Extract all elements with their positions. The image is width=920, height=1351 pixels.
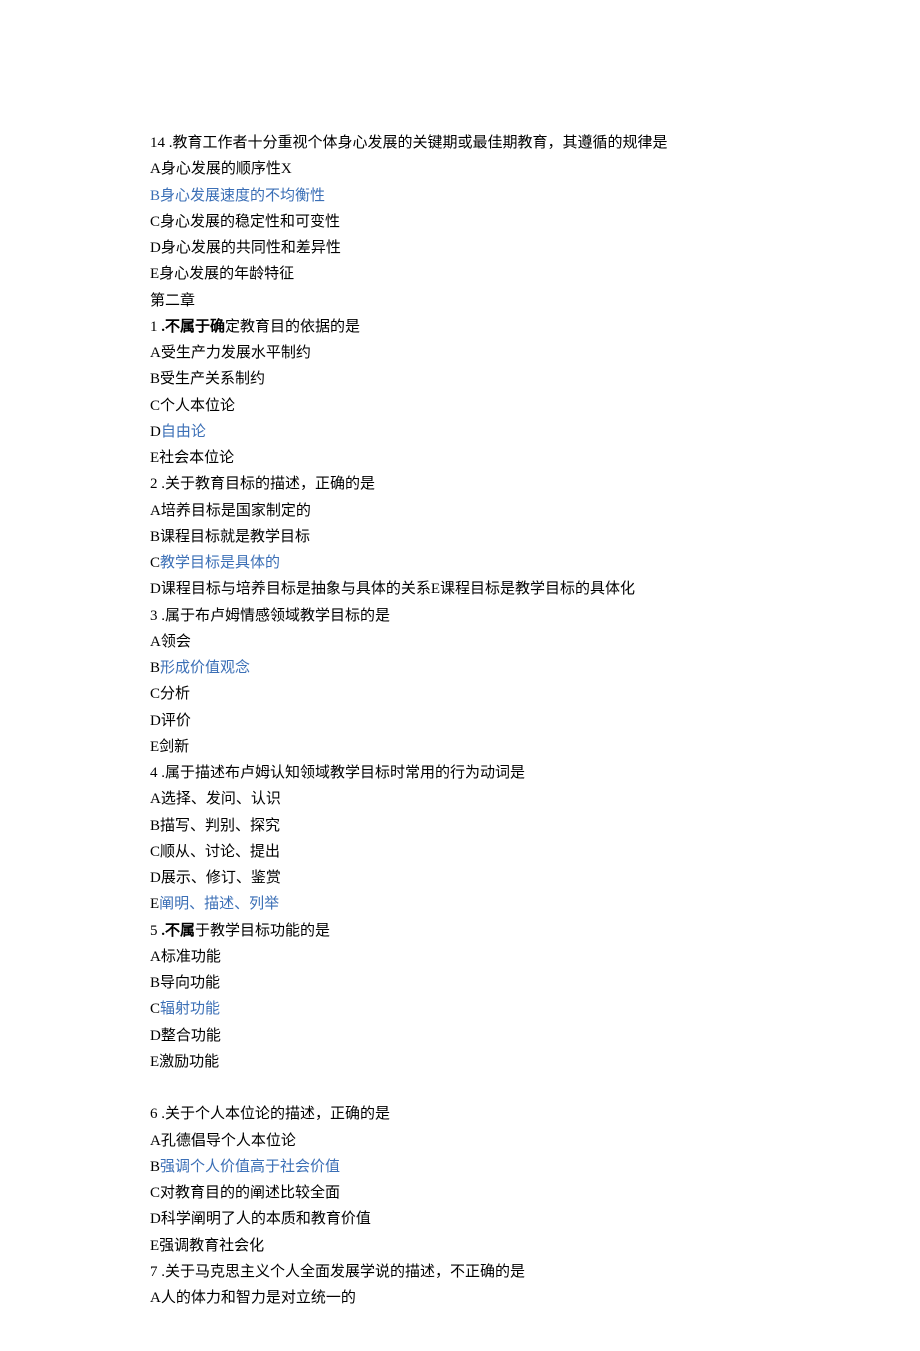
question-stem: 6 .关于个人本位论的描述，正确的是 <box>150 1101 770 1127</box>
option-a: A培养目标是国家制定的 <box>150 498 770 524</box>
stem-text: .属于描述布卢姆认知领域教学目标时常用的行为动词是 <box>158 765 526 781</box>
option-a: A人的体力和智力是对立统一的 <box>150 1285 770 1311</box>
question-number: 6 <box>150 1106 158 1122</box>
option-b: B强调个人价值高于社会价值 <box>150 1154 770 1180</box>
question-stem: 4 .属于描述布卢姆认知领域教学目标时常用的行为动词是 <box>150 760 770 786</box>
option-b-prefix: B <box>150 660 160 676</box>
option-b-highlight: 强调个人价值高于社会价值 <box>160 1159 340 1175</box>
question-number: 14 <box>150 135 165 151</box>
question-number: 7 <box>150 1264 158 1280</box>
option-d: D评价 <box>150 708 770 734</box>
option-c-prefix: C <box>150 555 160 571</box>
chapter-heading: 第二章 <box>150 288 770 314</box>
option-e: E强调教育社会化 <box>150 1233 770 1259</box>
stem-text: .属于布卢姆情感领域教学目标的是 <box>158 608 391 624</box>
option-a: A身心发展的顺序性X <box>150 156 770 182</box>
option-c: C分析 <box>150 681 770 707</box>
option-d: D身心发展的共同性和差异性 <box>150 235 770 261</box>
question-number: 2 <box>150 476 158 492</box>
stem-text: .关于马克思主义个人全面发展学说的描述，不正确的是 <box>158 1264 526 1280</box>
option-b-highlight: 形成价值观念 <box>160 660 250 676</box>
question-stem: 5 .不属于教学目标功能的是 <box>150 918 770 944</box>
option-c-highlight: 教学目标是具体的 <box>160 555 280 571</box>
question-stem: 1 .不属于确定教育目的依据的是 <box>150 314 770 340</box>
question-number: 5 <box>150 923 158 939</box>
option-a: A孔德倡导个人本位论 <box>150 1128 770 1154</box>
document-page: 14 .教育工作者十分重视个体身心发展的关键期或最佳期教育，其遵循的规律是 A身… <box>0 0 920 1351</box>
option-c-prefix: C <box>150 1001 160 1017</box>
option-e: E阐明、描述、列举 <box>150 891 770 917</box>
stem-rest: 定教育目的依据的是 <box>225 319 360 335</box>
blank-line <box>150 1075 770 1101</box>
option-e: E身心发展的年龄特征 <box>150 261 770 287</box>
option-b: B课程目标就是教学目标 <box>150 524 770 550</box>
option-a: A领会 <box>150 629 770 655</box>
question-stem: 7 .关于马克思主义个人全面发展学说的描述，不正确的是 <box>150 1259 770 1285</box>
question-stem: 2 .关于教育目标的描述，正确的是 <box>150 471 770 497</box>
option-c-highlight: 辐射功能 <box>160 1001 220 1017</box>
option-b-highlight: B身心发展速度的不均衡性 <box>150 183 770 209</box>
option-e-highlight: 阐明、描述、列举 <box>159 896 279 912</box>
stem-rest: 于教学目标功能的是 <box>195 923 330 939</box>
option-d: D自由论 <box>150 419 770 445</box>
question-stem: 14 .教育工作者十分重视个体身心发展的关键期或最佳期教育，其遵循的规律是 <box>150 130 770 156</box>
question-stem: 3 .属于布卢姆情感领域教学目标的是 <box>150 603 770 629</box>
option-d: D科学阐明了人的本质和教育价值 <box>150 1206 770 1232</box>
option-c: C顺从、讨论、提出 <box>150 839 770 865</box>
stem-text: .教育工作者十分重视个体身心发展的关键期或最佳期教育，其遵循的规律是 <box>165 135 668 151</box>
question-number: 4 <box>150 765 158 781</box>
option-d: D展示、修订、鉴赏 <box>150 865 770 891</box>
option-d: D课程目标与培养目标是抽象与具体的关系E课程目标是教学目标的具体化 <box>150 576 770 602</box>
option-d: D整合功能 <box>150 1023 770 1049</box>
stem-text: .关于教育目标的描述，正确的是 <box>158 476 376 492</box>
option-a: A标准功能 <box>150 944 770 970</box>
option-d-highlight: 自由论 <box>161 424 206 440</box>
question-number: 3 <box>150 608 158 624</box>
option-e: E剑新 <box>150 734 770 760</box>
option-c: C辐射功能 <box>150 996 770 1022</box>
option-d-prefix: D <box>150 424 161 440</box>
option-c: C教学目标是具体的 <box>150 550 770 576</box>
option-b: B形成价值观念 <box>150 655 770 681</box>
option-a: A选择、发问、认识 <box>150 786 770 812</box>
stem-bold: .不属 <box>158 923 196 939</box>
option-a: A受生产力发展水平制约 <box>150 340 770 366</box>
option-c: C对教育目的的阐述比较全面 <box>150 1180 770 1206</box>
question-number: 1 <box>150 319 158 335</box>
option-b: B受生产关系制约 <box>150 366 770 392</box>
stem-text: .关于个人本位论的描述，正确的是 <box>158 1106 391 1122</box>
option-c: C身心发展的稳定性和可变性 <box>150 209 770 235</box>
option-b: B导向功能 <box>150 970 770 996</box>
option-e: E社会本位论 <box>150 445 770 471</box>
option-e: E激励功能 <box>150 1049 770 1075</box>
stem-bold: .不属于确 <box>158 319 226 335</box>
option-c: C个人本位论 <box>150 393 770 419</box>
option-b-prefix: B <box>150 1159 160 1175</box>
option-b: B描写、判别、探究 <box>150 813 770 839</box>
option-e-prefix: E <box>150 896 159 912</box>
